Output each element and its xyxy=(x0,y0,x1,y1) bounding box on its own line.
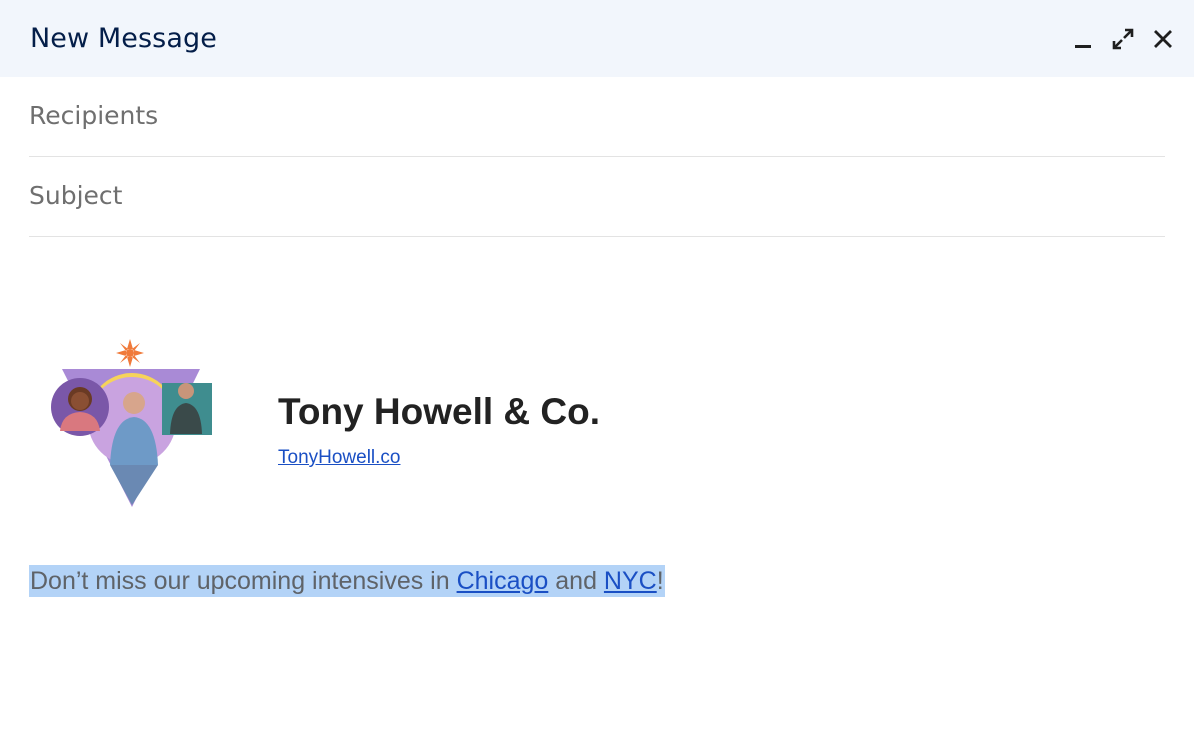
chicago-link[interactable]: Chicago xyxy=(457,567,549,595)
message-body[interactable]: Tony Howell & Co. TonyHowell.co Don’t mi… xyxy=(0,237,1194,737)
expand-icon xyxy=(1112,28,1134,49)
compose-header: New Message xyxy=(0,0,1194,77)
message-before: Don’t miss our upcoming intensives in xyxy=(30,567,457,595)
compose-title: New Message xyxy=(30,23,217,54)
message-middle: and xyxy=(548,567,604,595)
signature-name: Tony Howell & Co. xyxy=(278,391,601,432)
signature-website-link[interactable]: TonyHowell.co xyxy=(278,447,600,469)
message-text: Don’t miss our upcoming intensives in Ch… xyxy=(29,565,665,597)
close-button[interactable] xyxy=(1150,26,1176,52)
recipients-row xyxy=(29,77,1165,157)
subject-input[interactable] xyxy=(29,181,1165,210)
signature-text: Tony Howell & Co. TonyHowell.co xyxy=(278,391,600,469)
nyc-link[interactable]: NYC xyxy=(604,567,657,595)
signature: Tony Howell & Co. TonyHowell.co xyxy=(50,339,600,509)
signature-collage-image xyxy=(51,339,212,507)
close-icon xyxy=(1154,29,1172,48)
minimize-button[interactable] xyxy=(1070,26,1096,52)
window-controls xyxy=(1070,26,1176,52)
subject-row xyxy=(29,157,1165,237)
recipients-input[interactable] xyxy=(29,101,1165,130)
message-after: ! xyxy=(656,567,664,595)
minimize-icon xyxy=(1075,44,1091,48)
expand-button[interactable] xyxy=(1110,26,1136,52)
